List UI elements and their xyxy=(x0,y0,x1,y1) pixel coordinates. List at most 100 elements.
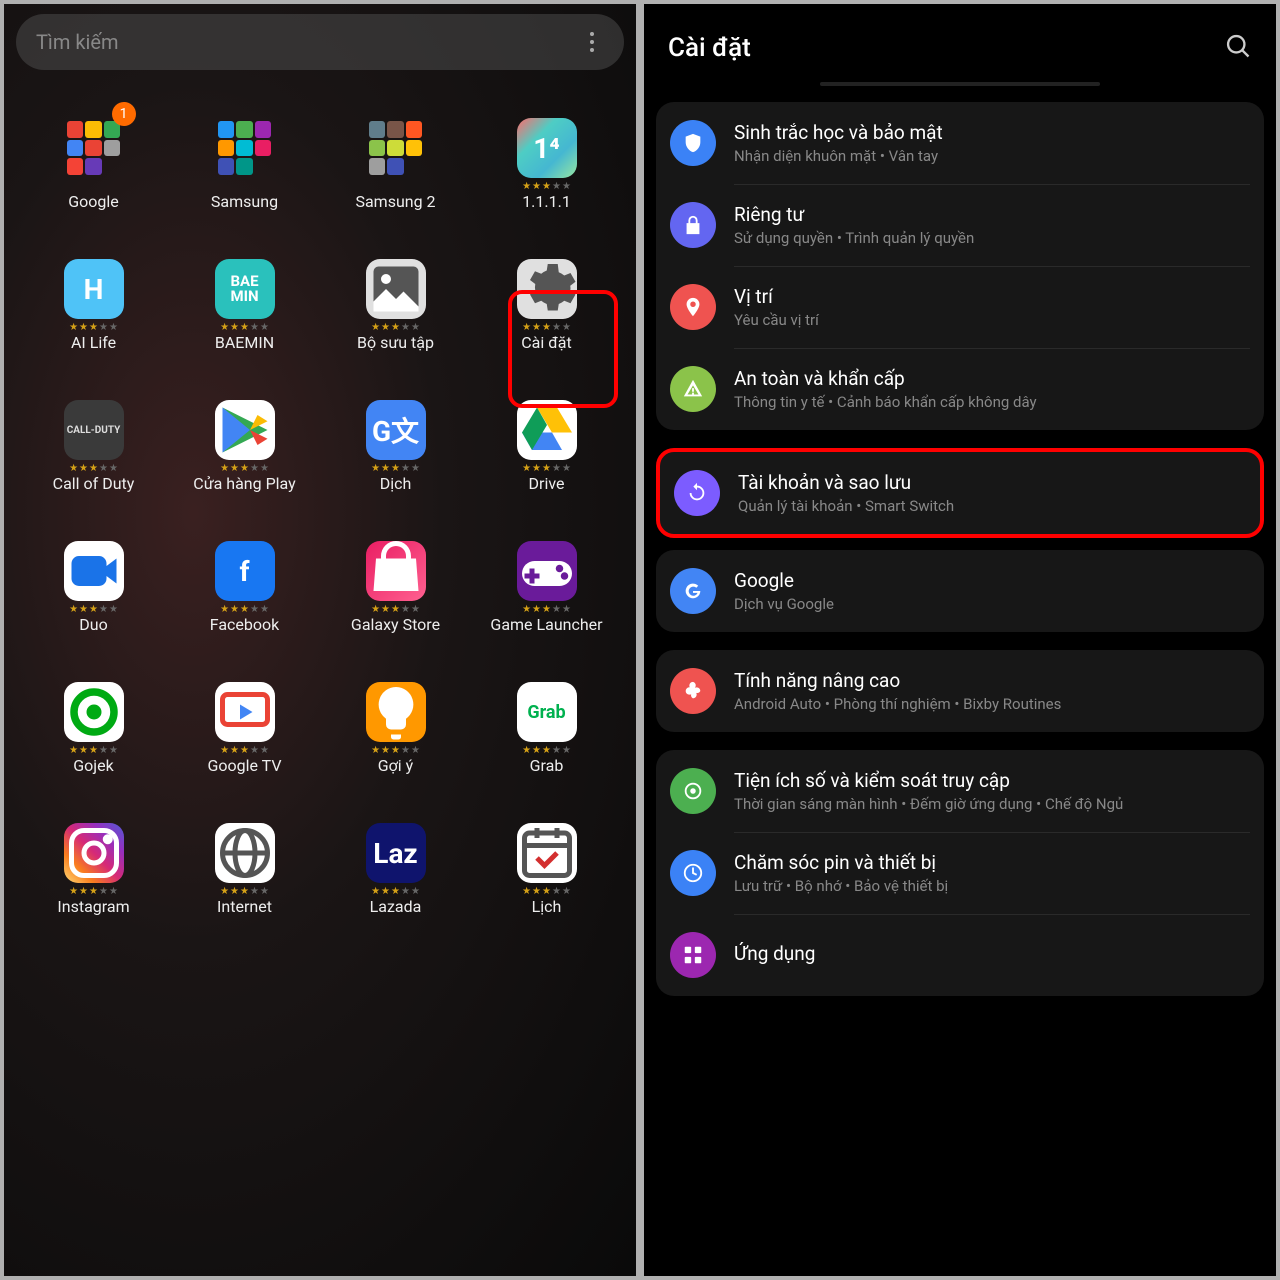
app-item-samsung[interactable]: Samsung xyxy=(169,110,320,211)
setting-row-v-tr-[interactable]: Vị trí Yêu cầu vị trí xyxy=(656,266,1264,348)
app-item-dịch[interactable]: G文★★★★★Dịch xyxy=(320,392,471,493)
app-item-drive[interactable]: ★★★★★Drive xyxy=(471,392,622,493)
app-item-facebook[interactable]: f★★★★★Facebook xyxy=(169,533,320,634)
alert-icon xyxy=(670,366,716,412)
app-label: Duo xyxy=(79,615,107,634)
setting-subtitle: Dịch vụ Google xyxy=(734,595,1250,613)
setting-subtitle: Quản lý tài khoản • Smart Switch xyxy=(738,497,1246,515)
app-item-bộ-sưu-tập[interactable]: ★★★★★Bộ sưu tập xyxy=(320,251,471,352)
app-item-internet[interactable]: ★★★★★Internet xyxy=(169,815,320,916)
app-label: Dịch xyxy=(380,474,412,493)
care-icon xyxy=(670,850,716,896)
app-item-grab[interactable]: Grab★★★★★Grab xyxy=(471,674,622,775)
app-label: Lịch xyxy=(532,897,562,916)
highlighted-setting-group: Tài khoản và sao lưu Quản lý tài khoản • … xyxy=(656,448,1264,538)
app-label: Gợi ý xyxy=(378,756,413,775)
app-label: Google xyxy=(68,192,119,211)
app-label: AI Life xyxy=(71,333,116,352)
plus-icon xyxy=(670,668,716,714)
setting-title: Tài khoản và sao lưu xyxy=(738,471,1246,494)
apps-icon xyxy=(670,932,716,978)
setting-title: An toàn và khẩn cấp xyxy=(734,367,1250,390)
setting-subtitle: Sử dụng quyền • Trình quản lý quyền xyxy=(734,229,1250,247)
setting-group: Sinh trắc học và bảo mật Nhận diện khuôn … xyxy=(656,102,1264,430)
setting-row--ng-d-ng[interactable]: Ứng dụng xyxy=(656,914,1264,996)
app-item-gợi-ý[interactable]: ★★★★★Gợi ý xyxy=(320,674,471,775)
setting-subtitle: Android Auto • Phòng thí nghiệm • Bixby … xyxy=(734,695,1250,713)
setting-subtitle: Nhận diện khuôn mặt • Vân tay xyxy=(734,147,1250,165)
settings-header: Cài đặt xyxy=(644,4,1276,82)
app-label: Grab xyxy=(530,756,564,775)
lock-icon xyxy=(670,202,716,248)
app-item-lazada[interactable]: Laz★★★★★Lazada xyxy=(320,815,471,916)
app-label: BAEMIN xyxy=(215,333,274,352)
app-drawer-panel: Tìm kiếm 1Google Samsung Samsung 2 1⁴★★★★★1… xyxy=(0,0,640,1280)
setting-group: Tính năng nâng cao Android Auto • Phòng t… xyxy=(656,650,1264,732)
app-item-1.1.1.1[interactable]: 1⁴★★★★★1.1.1.1 xyxy=(471,110,622,211)
app-label: Samsung 2 xyxy=(355,192,435,211)
setting-title: Sinh trắc học và bảo mật xyxy=(734,121,1250,144)
sync-icon xyxy=(674,470,720,516)
app-item-samsung-2[interactable]: Samsung 2 xyxy=(320,110,471,211)
settings-title: Cài đặt xyxy=(668,33,751,63)
app-item-cài-đặt[interactable]: ★★★★★Cài đặt xyxy=(471,251,622,352)
setting-row-t-i-kho-n-v-sao-l-u[interactable]: Tài khoản và sao lưu Quản lý tài khoản • … xyxy=(660,452,1260,534)
shield-icon xyxy=(670,120,716,166)
app-item-lịch[interactable]: ★★★★★Lịch xyxy=(471,815,622,916)
setting-group: Tiện ích số và kiểm soát truy cậpThời gi… xyxy=(656,750,1264,996)
app-label: Cài đặt xyxy=(521,333,571,352)
app-label: Bộ sưu tập xyxy=(357,333,434,352)
app-label: Instagram xyxy=(57,897,129,916)
app-item-google[interactable]: 1Google xyxy=(18,110,169,211)
google-icon xyxy=(670,568,716,614)
setting-row-ch-m-s-c-pin-v-thi-t-b-[interactable]: Chăm sóc pin và thiết bị Lưu trữ • Bộ nhớ… xyxy=(656,832,1264,914)
app-label: Drive xyxy=(529,474,565,493)
app-label: Game Launcher xyxy=(490,615,602,634)
app-label: Cửa hàng Play xyxy=(193,474,295,493)
setting-group: GoogleDịch vụ Google xyxy=(656,550,1264,632)
setting-title: Chăm sóc pin và thiết bị xyxy=(734,851,1250,874)
app-label: Google TV xyxy=(207,756,281,775)
app-item-game-launcher[interactable]: ★★★★★Game Launcher xyxy=(471,533,622,634)
setting-title: Riêng tư xyxy=(734,203,1250,226)
setting-title: Tính năng nâng cao xyxy=(734,669,1250,692)
app-item-galaxy-store[interactable]: ★★★★★Galaxy Store xyxy=(320,533,471,634)
app-label: Call of Duty xyxy=(53,474,135,493)
setting-row-an-to-n-v-kh-n-c-p[interactable]: An toàn và khẩn cấp Thông tin y tế • Cảnh… xyxy=(656,348,1264,430)
setting-row-sinh-tr-c-h-c-v-b-o-m-t[interactable]: Sinh trắc học và bảo mật Nhận diện khuôn … xyxy=(656,102,1264,184)
search-placeholder: Tìm kiếm xyxy=(36,30,580,54)
app-label: Facebook xyxy=(210,615,279,634)
app-label: Internet xyxy=(217,897,272,916)
app-label: Galaxy Store xyxy=(351,615,440,634)
more-icon[interactable] xyxy=(580,32,604,52)
app-label: Gojek xyxy=(73,756,113,775)
settings-list[interactable]: Sinh trắc học và bảo mật Nhận diện khuôn … xyxy=(644,102,1276,996)
setting-title: Vị trí xyxy=(734,285,1250,308)
app-item-gojek[interactable]: ★★★★★Gojek xyxy=(18,674,169,775)
app-label: Samsung xyxy=(211,192,278,211)
search-bar[interactable]: Tìm kiếm xyxy=(16,14,624,70)
setting-row-ri-ng-t-[interactable]: Riêng tư Sử dụng quyền • Trình quản lý qu… xyxy=(656,184,1264,266)
search-icon[interactable] xyxy=(1224,32,1252,64)
setting-subtitle: Lưu trữ • Bộ nhớ • Bảo vệ thiết bị xyxy=(734,877,1250,895)
app-item-baemin[interactable]: BAEMIN★★★★★BAEMIN xyxy=(169,251,320,352)
app-grid: 1Google Samsung Samsung 2 1⁴★★★★★1.1.1.1 H★★… xyxy=(4,80,636,916)
app-item-duo[interactable]: ★★★★★Duo xyxy=(18,533,169,634)
app-item-google-tv[interactable]: ★★★★★Google TV xyxy=(169,674,320,775)
setting-subtitle: Thông tin y tế • Cảnh báo khẩn cấp không… xyxy=(734,393,1250,411)
pin-icon xyxy=(670,284,716,330)
setting-title: Tiện ích số và kiểm soát truy cập xyxy=(734,769,1250,792)
app-item-instagram[interactable]: ★★★★★Instagram xyxy=(18,815,169,916)
app-label: Lazada xyxy=(370,897,422,916)
app-item-cửa-hàng-play[interactable]: ★★★★★Cửa hàng Play xyxy=(169,392,320,493)
setting-row-ti-n-ch-s-v-ki-m-so-t-truy-c-p[interactable]: Tiện ích số và kiểm soát truy cậpThời gi… xyxy=(656,750,1264,832)
digital-icon xyxy=(670,768,716,814)
app-item-call-of-duty[interactable]: CALL-DUTY★★★★★Call of Duty xyxy=(18,392,169,493)
setting-subtitle: Yêu cầu vị trí xyxy=(734,311,1250,329)
setting-row-google[interactable]: GoogleDịch vụ Google xyxy=(656,550,1264,632)
setting-title: Ứng dụng xyxy=(734,942,1250,965)
setting-row-t-nh-n-ng-n-ng-cao[interactable]: Tính năng nâng cao Android Auto • Phòng t… xyxy=(656,650,1264,732)
app-item-ai-life[interactable]: H★★★★★AI Life xyxy=(18,251,169,352)
drag-handle xyxy=(820,82,1100,86)
settings-panel: Cài đặt Sinh trắc học và bảo mật Nhận diệ… xyxy=(640,0,1280,1280)
